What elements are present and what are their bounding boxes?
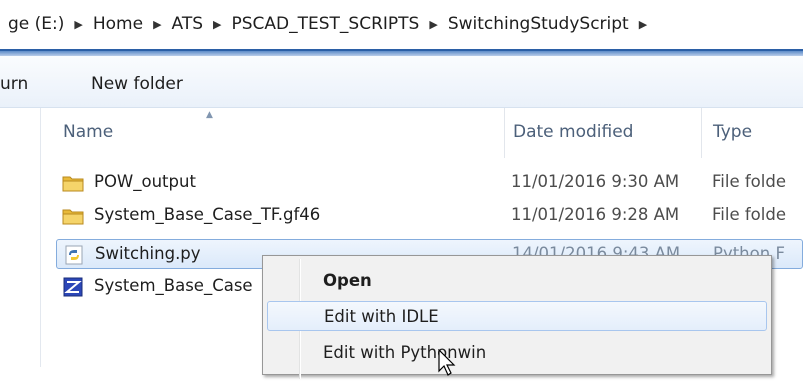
sort-ascending-icon: ▲ [206,110,213,120]
file-type: File folde [712,205,786,224]
new-folder-button[interactable]: New folder [91,74,183,94]
menu-item-label: Open [323,271,372,290]
file-name: System_Base_Case [94,276,253,295]
menu-item-edit-with-pythonwin[interactable]: Edit with Pythonwin [267,338,767,368]
file-date: 11/01/2016 9:28 AM [511,205,680,224]
toolbar: urn New folder [0,56,803,108]
file-name: Switching.py [95,244,201,263]
breadcrumb-pscad-test-scripts[interactable]: PSCAD_TEST_SCRIPTS [228,14,424,34]
file-name: POW_output [94,172,196,191]
chevron-right-icon[interactable]: ▶ [633,18,653,31]
column-type[interactable]: Type [713,122,752,142]
chevron-right-icon[interactable]: ▶ [147,18,167,31]
file-type: File folde [712,172,786,191]
column-header: ▲ Name Date modified Type [41,108,803,158]
partial-toolbar-button[interactable]: urn [0,74,28,94]
chevron-right-icon[interactable]: ▶ [423,18,443,31]
breadcrumb-home[interactable]: Home [89,14,147,34]
python-file-icon [63,245,85,265]
mouse-pointer-icon [437,348,459,379]
file-row[interactable]: POW_output 11/01/2016 9:30 AM File folde [56,168,803,198]
column-divider[interactable] [504,108,505,158]
column-name[interactable]: Name [63,122,113,142]
chevron-right-icon[interactable]: ▶ [207,18,227,31]
file-name: System_Base_Case_TF.gf46 [94,205,321,224]
column-divider[interactable] [701,108,702,158]
column-date-modified[interactable]: Date modified [513,122,633,142]
folder-icon [62,173,84,193]
file-date: 11/01/2016 9:30 AM [511,172,680,191]
breadcrumb-ats[interactable]: ATS [168,14,208,34]
breadcrumb-drive[interactable]: ge (E:) [4,14,68,34]
context-menu: Open Edit with IDLE Edit with Pythonwin [262,255,772,379]
file-row[interactable]: System_Base_Case_TF.gf46 11/01/2016 9:28… [56,201,803,231]
menu-item-open[interactable]: Open [267,266,767,296]
breadcrumb: ge (E:) ▶ Home ▶ ATS ▶ PSCAD_TEST_SCRIPT… [4,14,653,34]
breadcrumb-switching-study-script[interactable]: SwitchingStudyScript [444,14,633,34]
folder-icon [62,206,84,226]
navigation-pane[interactable] [0,108,41,367]
pscad-file-icon [62,277,84,297]
chevron-right-icon[interactable]: ▶ [68,18,88,31]
menu-item-label: Edit with Pythonwin [323,343,487,362]
menu-item-edit-with-idle[interactable]: Edit with IDLE [267,301,767,331]
address-bar[interactable]: ge (E:) ▶ Home ▶ ATS ▶ PSCAD_TEST_SCRIPT… [0,0,803,51]
menu-item-label: Edit with IDLE [324,307,439,326]
